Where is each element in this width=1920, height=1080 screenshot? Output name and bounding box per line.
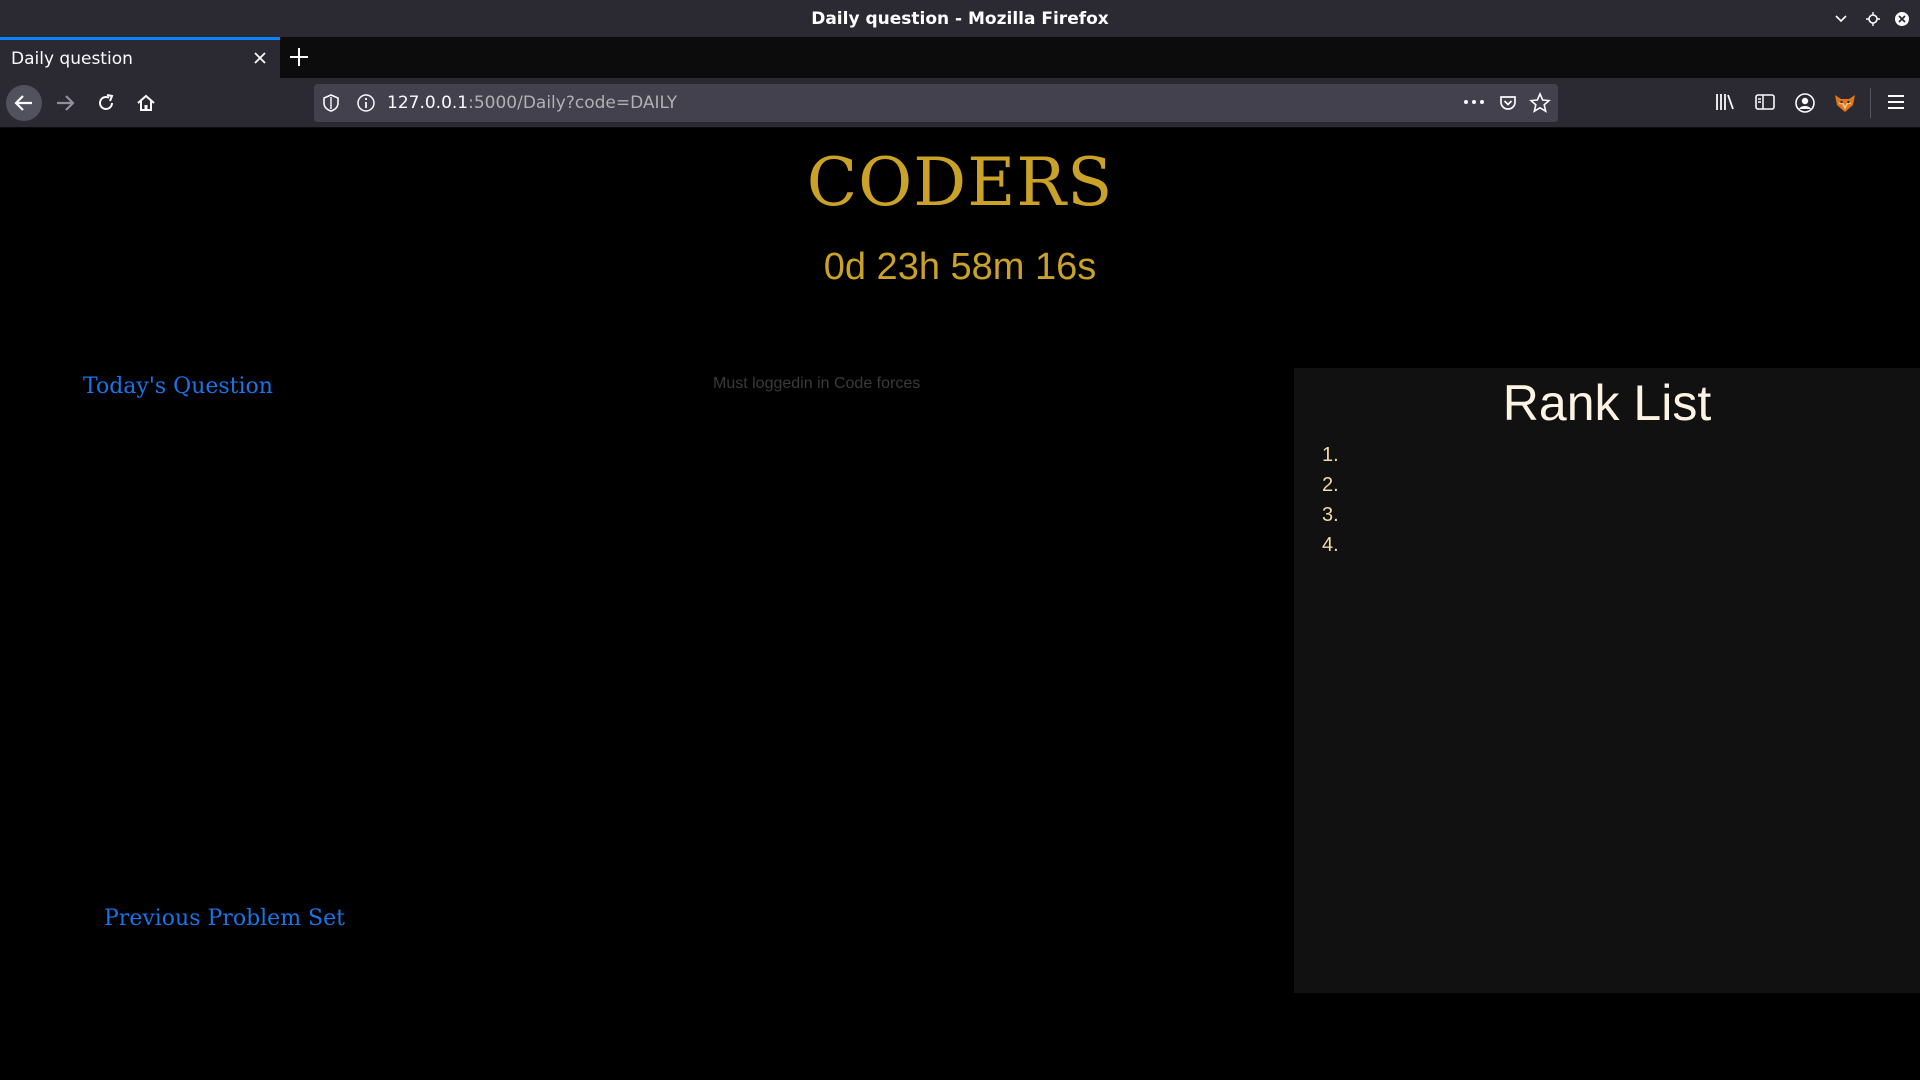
rank-list-item: 4. (1322, 534, 1339, 556)
star-icon[interactable] (1529, 92, 1551, 118)
shield-icon[interactable] (322, 93, 340, 117)
tab-daily-question[interactable]: Daily question (0, 37, 280, 78)
login-note: Must loggedin in Code forces (713, 375, 921, 392)
rank-list-item: 1. (1322, 444, 1339, 466)
new-tab-button[interactable] (288, 46, 310, 72)
window-titlebar: Daily question - Mozilla Firefox (0, 0, 1920, 37)
chevron-down-icon (1835, 14, 1847, 22)
rank-list-item: 3. (1322, 504, 1339, 526)
url-bar[interactable]: 127.0.0.1:5000/Daily?code=DAILY (314, 84, 1558, 122)
url-text[interactable]: 127.0.0.1:5000/Daily?code=DAILY (387, 93, 677, 113)
tab-close-button[interactable] (252, 50, 268, 70)
account-icon[interactable] (1794, 92, 1816, 118)
reload-button[interactable] (88, 85, 124, 121)
hamburger-menu-icon[interactable] (1886, 92, 1906, 116)
pocket-icon[interactable] (1498, 93, 1518, 117)
tab-strip: Daily question (0, 37, 1920, 78)
countdown-timer: 0d 23h 58m 16s (823, 246, 1097, 288)
info-icon[interactable] (356, 93, 376, 117)
fox-extension-icon[interactable] (1833, 92, 1857, 118)
toolbar-separator (1870, 88, 1871, 118)
url-host: 127.0.0.1 (387, 93, 469, 113)
home-button[interactable] (128, 85, 164, 121)
restore-icon (1866, 11, 1880, 26)
sidebar-icon[interactable] (1754, 92, 1776, 116)
rank-list-title: Rank List (1502, 375, 1712, 431)
close-window-button[interactable] (1894, 0, 1910, 37)
library-icon[interactable] (1714, 92, 1736, 116)
url-path: :5000/Daily?code=DAILY (468, 93, 678, 113)
more-dots-icon[interactable] (1462, 92, 1486, 116)
web-page: CODERS 0d 23h 58m 16s Today's Question M… (0, 128, 1920, 1080)
home-icon (137, 94, 155, 111)
tab-label: Daily question (11, 49, 133, 69)
maximize-button[interactable] (1866, 0, 1880, 37)
previous-problem-set-link[interactable]: Previous Problem Set (104, 906, 345, 931)
close-icon (1895, 11, 1909, 26)
forward-button[interactable] (47, 85, 83, 121)
todays-question-link[interactable]: Today's Question (83, 374, 273, 399)
rank-list-panel: Rank List 1. 2. 3. 4. (1294, 368, 1920, 993)
forward-arrow-icon (57, 95, 75, 111)
close-icon (254, 52, 266, 64)
back-arrow-icon (14, 95, 32, 111)
window-title: Daily question - Mozilla Firefox (811, 8, 1109, 29)
rank-list-item: 2. (1322, 474, 1339, 496)
plus-icon (290, 48, 308, 66)
navigation-toolbar: 127.0.0.1:5000/Daily?code=DAILY (0, 78, 1920, 128)
site-brand: CODERS (806, 144, 1114, 221)
back-button[interactable] (6, 85, 42, 121)
rank-list: 1. 2. 3. 4. (1322, 440, 1339, 560)
reload-icon (99, 94, 114, 110)
minimize-button[interactable] (1834, 0, 1848, 37)
